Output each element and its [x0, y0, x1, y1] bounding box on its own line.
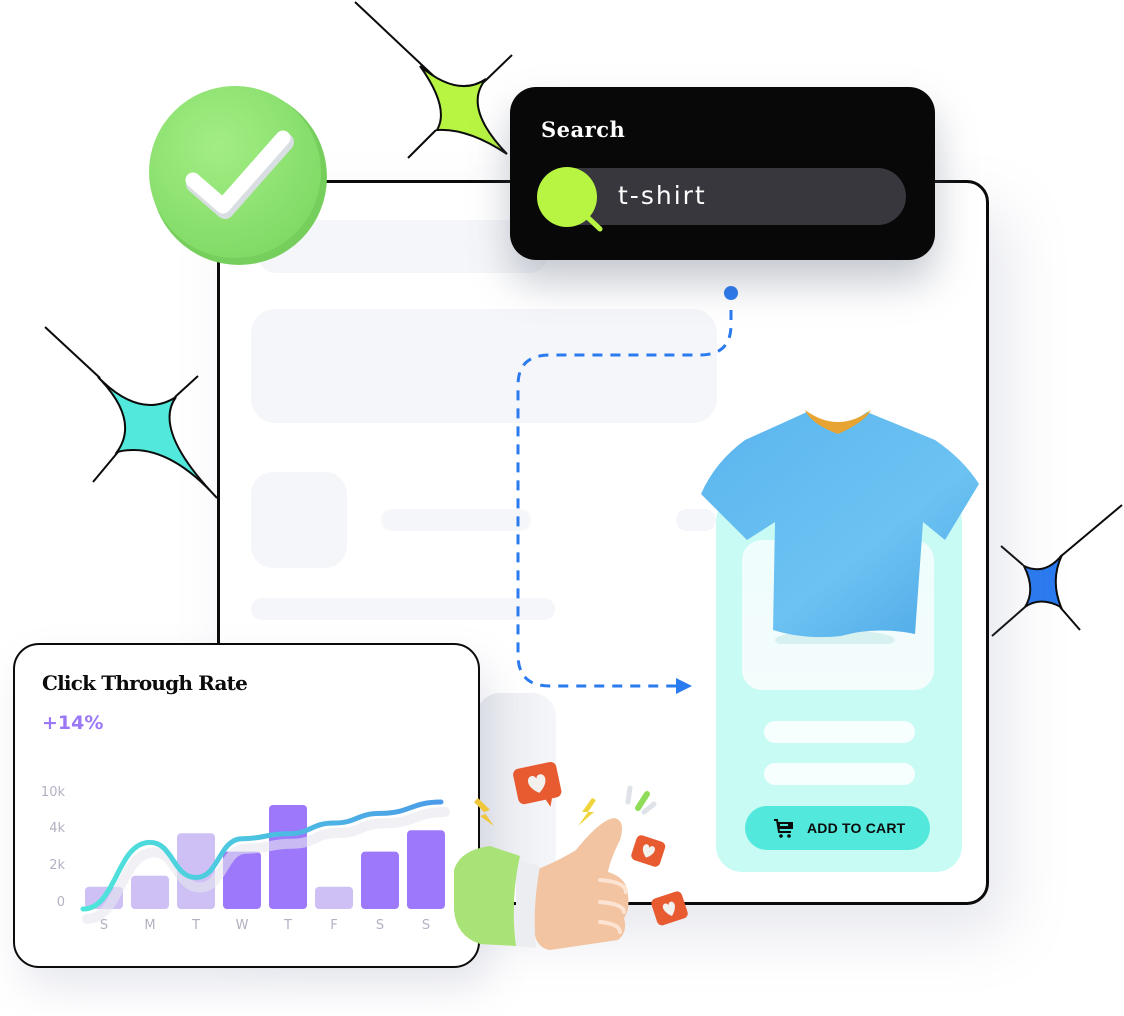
- x-tick-label: S: [376, 918, 384, 933]
- y-tick-label: 10k: [41, 785, 66, 800]
- y-tick-label: 2k: [49, 858, 65, 873]
- product-title-placeholder: [764, 721, 915, 743]
- y-tick-label: 0: [57, 895, 65, 910]
- blue-tshirt-image[interactable]: [695, 404, 985, 644]
- check-badge-icon: [149, 86, 327, 265]
- y-tick-label: 4k: [49, 821, 65, 836]
- add-to-cart-button[interactable]: ADD TO CART: [745, 806, 930, 850]
- sparkle-blue-icon: [991, 504, 1123, 637]
- shopping-cart-icon: [774, 819, 793, 838]
- ctr-chart: 0 2k 4k 10k S M T W T F S S: [41, 785, 450, 933]
- heart-notification-icon: [513, 761, 562, 807]
- search-title: Search: [541, 117, 626, 142]
- search-query-text: t-shirt: [618, 181, 707, 210]
- product-price-placeholder: [764, 763, 915, 785]
- search-popup: Search t-shirt: [510, 87, 935, 260]
- x-tick-label: W: [236, 918, 249, 933]
- x-tick-label: F: [330, 918, 337, 933]
- click-through-rate-card: Click Through Rate +14% 0 2k 4k 10k S M T W T F S S: [13, 643, 480, 968]
- chart-bar: [269, 805, 307, 909]
- heart-notification-icon: [631, 835, 666, 867]
- sparkle-green-icon: [354, 1, 513, 159]
- x-tick-label: M: [144, 918, 155, 933]
- chart-bar: [361, 851, 399, 909]
- skeleton-banner: [251, 309, 717, 423]
- chart-bar: [407, 830, 445, 909]
- magnifier-icon[interactable]: [537, 167, 607, 237]
- x-tick-label: S: [422, 918, 430, 933]
- chart-bar: [315, 886, 353, 909]
- thumbs-up-hand-icon: [454, 761, 688, 950]
- x-tick-label: S: [100, 918, 108, 933]
- x-tick-label: T: [283, 918, 292, 933]
- sparkle-teal-icon: [44, 326, 218, 499]
- lightning-icon: [474, 798, 494, 826]
- skeleton-text-line: [251, 598, 555, 620]
- lightning-icon: [578, 798, 596, 826]
- heart-notification-icon: [651, 891, 688, 926]
- add-to-cart-label: ADD TO CART: [807, 820, 906, 836]
- chart-bar: [131, 875, 169, 909]
- x-tick-label: T: [191, 918, 200, 933]
- skeleton-text-line: [381, 509, 531, 531]
- skeleton-thumbnail: [251, 472, 347, 568]
